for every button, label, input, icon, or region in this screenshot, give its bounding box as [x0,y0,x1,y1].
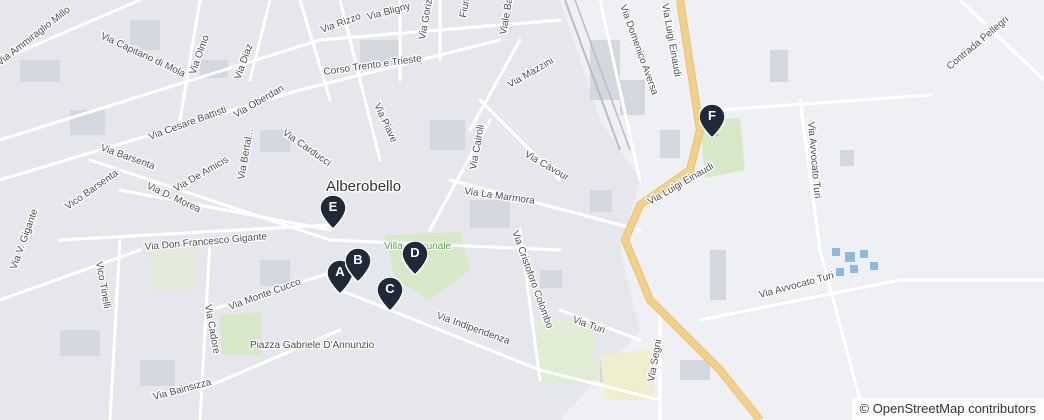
street-label: Via Domenico Aversa [617,3,660,97]
street-label: Via De Amicis [172,154,231,194]
street-label: Via Luigi Einaudi [659,3,683,78]
marker-c[interactable]: C [377,277,403,311]
marker-letter: E [328,199,338,214]
street-label: Viale Bari [498,0,516,36]
street-label: Contrada Pellegri [945,14,1011,72]
street-label: Vico Barsenta [63,168,121,213]
city-label: Alberobello [326,178,401,195]
marker-b[interactable]: B [345,248,371,282]
marker-letter: C [385,281,395,296]
street-label: Via Avvocato Turi [758,270,835,301]
map-view[interactable]: Alberobello Villa Comunale Via Ammiragli… [0,0,1044,420]
street-label: Piazza Gabriele D'Annunzio [250,340,375,351]
attribution[interactable]: © OpenStreetMap contributors [851,398,1044,420]
street-label: Via Turi [571,314,606,336]
street-label: Via Piave [371,102,399,145]
street-label: Via Indipendenza [435,310,512,347]
street-label: Via Mazzini [506,56,556,91]
street-label: Via Gorizia [417,0,436,41]
street-label: Via Cesare Battisti [147,104,228,142]
marker-letter: F [708,108,716,123]
marker-letter: D [410,245,420,260]
map-labels: Alberobello Villa Comunale Via Ammiragli… [0,0,1012,404]
street-label: Via Don Francesco Gigante [144,231,268,253]
street-label: Via Rizzo [319,11,363,36]
street-label: Via Cristoforo Colombo [509,229,555,330]
street-label: Via Carducci [280,127,333,168]
street-label: Via La Marmora [464,186,536,207]
street-label: Via Bainsizza [152,377,213,403]
street-label: Fiume [458,0,474,19]
street-label: Via Monte Cucco [227,276,303,312]
street-label: Via Cadore [202,304,222,355]
street-label: Via Diaz [232,42,255,81]
street-label: Via Bligny [366,1,412,23]
street-label: Via Avvocato Turi [805,121,823,199]
street-label: Via Barsenta [99,142,157,172]
street-label: Via Luigi Einaudi [646,161,716,208]
street-label: Via Cairoli [468,124,487,171]
street-label: Via Oberdan [232,83,286,121]
street-label: Via V. Gigante [8,207,40,271]
street-label: Via Bertal... [236,128,256,181]
marker-letter: B [353,252,363,267]
marker-e[interactable]: E [320,195,346,229]
street-label: Via Ammiraglio Millo [0,4,73,68]
street-label: Corso Trento e Trieste [323,53,423,78]
street-label: Via Capitano di Mola [99,31,188,80]
street-label: Via Cavour [523,149,572,184]
marker-f[interactable]: F [699,104,725,138]
marker-d[interactable]: D [402,241,428,275]
street-label: Vico Tinelli [93,261,112,310]
street-label: Via Olmo [187,33,211,76]
street-label: Via Segni [646,339,664,383]
